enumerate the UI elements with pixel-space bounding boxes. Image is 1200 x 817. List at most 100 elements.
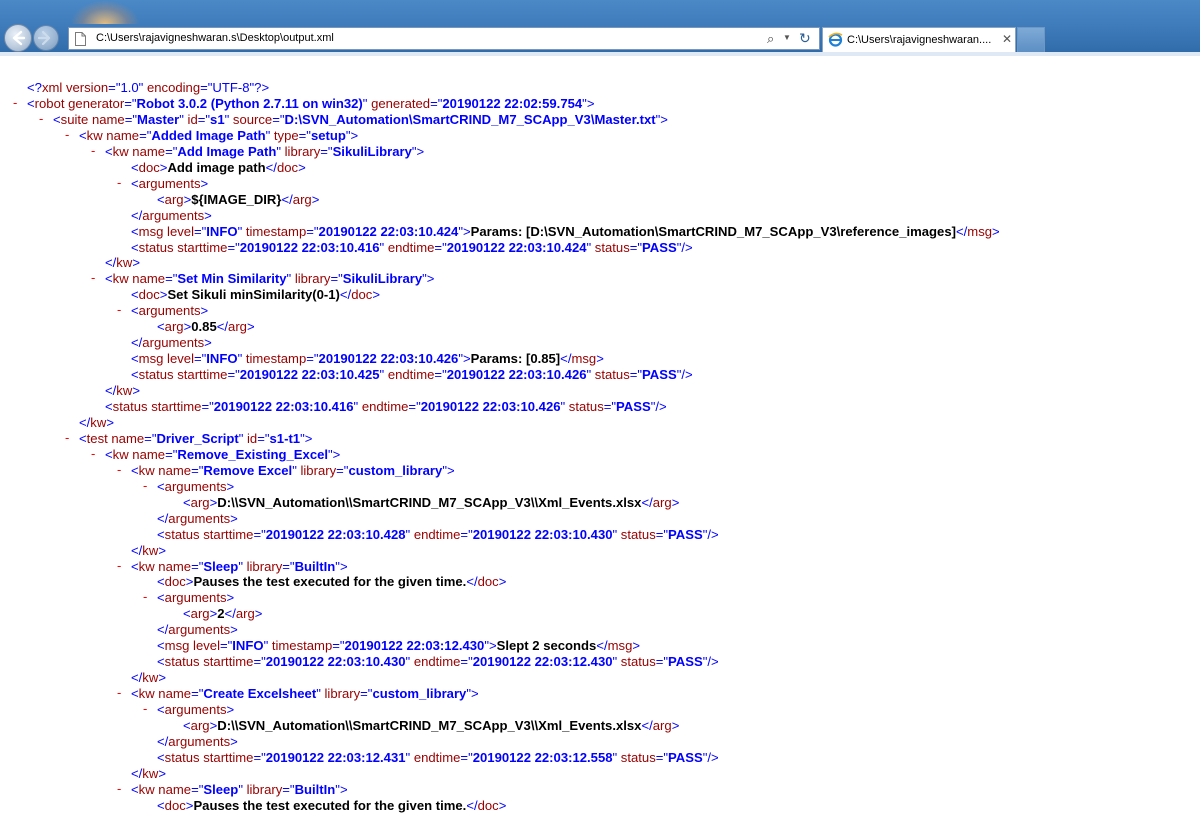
forward-button[interactable] (33, 25, 59, 51)
xml-line: <arguments> (157, 479, 234, 495)
xml-token: < (157, 638, 165, 654)
xml-token: =" (332, 638, 345, 654)
xml-token: arg (235, 606, 255, 622)
xml-token: =" (603, 399, 617, 414)
collapse-toggle[interactable]: - (117, 781, 121, 796)
back-button[interactable] (4, 24, 32, 52)
xml-token: arguments (138, 175, 201, 191)
collapse-toggle[interactable]: - (143, 589, 147, 604)
xml-token: PASS (668, 654, 703, 670)
xml-token: starttime (173, 239, 228, 255)
xml-token: > (254, 606, 263, 622)
xml-token: </ (466, 574, 478, 590)
xml-token: </ (79, 414, 91, 430)
xml-token: Add image path (167, 159, 266, 175)
xml-token: version (62, 80, 109, 95)
collapse-toggle[interactable]: - (65, 430, 69, 445)
xml-token: 20190122 22:03:10.426 (318, 351, 459, 367)
xml-line: <arg>D:\\SVN_Automation\\SmartCRIND_M7_S… (183, 495, 679, 511)
collapse-toggle[interactable]: - (143, 813, 147, 817)
xml-token: generated (367, 95, 431, 111)
collapse-toggle[interactable]: - (143, 701, 147, 716)
close-icon[interactable]: ✕ (1002, 32, 1012, 46)
xml-token: msg (967, 223, 993, 239)
xml-token: Pauses the test executed for the given t… (193, 574, 467, 590)
xml-token: doc (164, 797, 186, 813)
xml-token: level (163, 223, 194, 239)
xml-token: kw (142, 542, 159, 558)
collapse-toggle[interactable]: - (117, 685, 121, 700)
collapse-toggle[interactable]: - (91, 446, 95, 461)
xml-token: arg (164, 191, 184, 207)
collapse-toggle[interactable]: - (143, 478, 147, 493)
xml-token: </ (131, 207, 143, 223)
xml-token: kw (138, 781, 155, 797)
collapse-toggle[interactable]: - (91, 270, 95, 285)
xml-token: </ (157, 622, 169, 638)
collapse-toggle[interactable]: - (39, 111, 43, 126)
refresh-icon[interactable]: ↻ (799, 30, 811, 47)
new-tab-button[interactable] (1017, 27, 1045, 53)
xml-line: <arg>2</arg> (183, 606, 262, 622)
collapse-toggle[interactable]: - (117, 175, 121, 190)
xml-line: <arg>${IMAGE_DIR}</arg> (157, 192, 319, 208)
xml-token: =" (253, 526, 266, 542)
xml-token: </ (466, 797, 478, 813)
tab-output-xml[interactable]: C:\Users\rajavigneshwaran.... ✕ (822, 27, 1016, 53)
xml-token: PASS (642, 239, 677, 255)
xml-token: test (86, 430, 108, 446)
xml-token: < (131, 558, 139, 574)
xml-line: <kw name="Added Image Path" type="setup"… (79, 128, 358, 144)
xml-token: kw (112, 143, 129, 159)
xml-token: =" (272, 111, 285, 127)
search-icon[interactable]: ⌕ (767, 31, 774, 47)
address-bar[interactable]: C:\Users\rajavigneshwaran.s\Desktop\outp… (68, 27, 820, 50)
xml-token: arguments (164, 702, 227, 718)
collapse-toggle[interactable]: - (117, 302, 121, 317)
xml-token: kw (112, 446, 129, 462)
xml-token: PASS (668, 749, 703, 765)
xml-token: < (157, 590, 165, 606)
xml-line: <kw name="Sleep" library="BuiltIn"> (131, 559, 348, 575)
xml-token: =" (460, 654, 473, 670)
collapse-toggle[interactable]: - (117, 558, 121, 573)
xml-token: =" (165, 143, 178, 159)
collapse-toggle[interactable]: - (65, 127, 69, 142)
xml-token: name (102, 127, 140, 143)
xml-token: arguments (138, 303, 201, 319)
xml-token: =" (124, 95, 137, 111)
xml-token: <? (27, 80, 42, 95)
xml-document-view: <?xml version="1.0" encoding="UTF-8"?> - <… (0, 60, 1200, 817)
xml-token: endtime (384, 239, 435, 255)
xml-token: =" (306, 223, 319, 239)
xml-token: </ (955, 223, 968, 239)
address-url[interactable]: C:\Users\rajavigneshwaran.s\Desktop\outp… (96, 32, 334, 44)
xml-token: msg (138, 223, 164, 239)
xml-token: Params: [0.85] (470, 351, 561, 367)
collapse-toggle[interactable]: - (13, 95, 17, 110)
xml-token: < (157, 797, 165, 813)
collapse-toggle[interactable]: - (91, 143, 95, 158)
xml-token: "> (328, 446, 341, 462)
xml-token: < (131, 175, 139, 191)
xml-token: arguments (164, 478, 227, 494)
xml-token: </ (224, 606, 236, 622)
xml-token: kw (86, 127, 103, 143)
xml-token: =" (306, 351, 319, 367)
xml-token: id (183, 111, 198, 127)
xml-token: < (131, 303, 139, 319)
dropdown-arrow-icon[interactable]: ▼ (783, 33, 791, 42)
xml-line: <?xml version="1.0" encoding="UTF-8"?> (27, 80, 269, 96)
xml-token: doc (138, 159, 160, 175)
xml-token: < (131, 223, 139, 239)
xml-token: 20190122 22:03:12.430 (472, 654, 613, 670)
xml-token: starttime (199, 654, 254, 670)
xml-token: < (157, 478, 165, 494)
xml-line: <kw name="Remove_Existing_Excel"> (105, 447, 340, 463)
xml-token: =" (193, 351, 207, 367)
xml-token: < (53, 111, 61, 127)
xml-token: < (157, 749, 165, 765)
collapse-toggle[interactable]: - (117, 462, 121, 477)
xml-token: > (158, 670, 166, 686)
xml-token: 20190122 22:03:12.430 (344, 638, 485, 654)
